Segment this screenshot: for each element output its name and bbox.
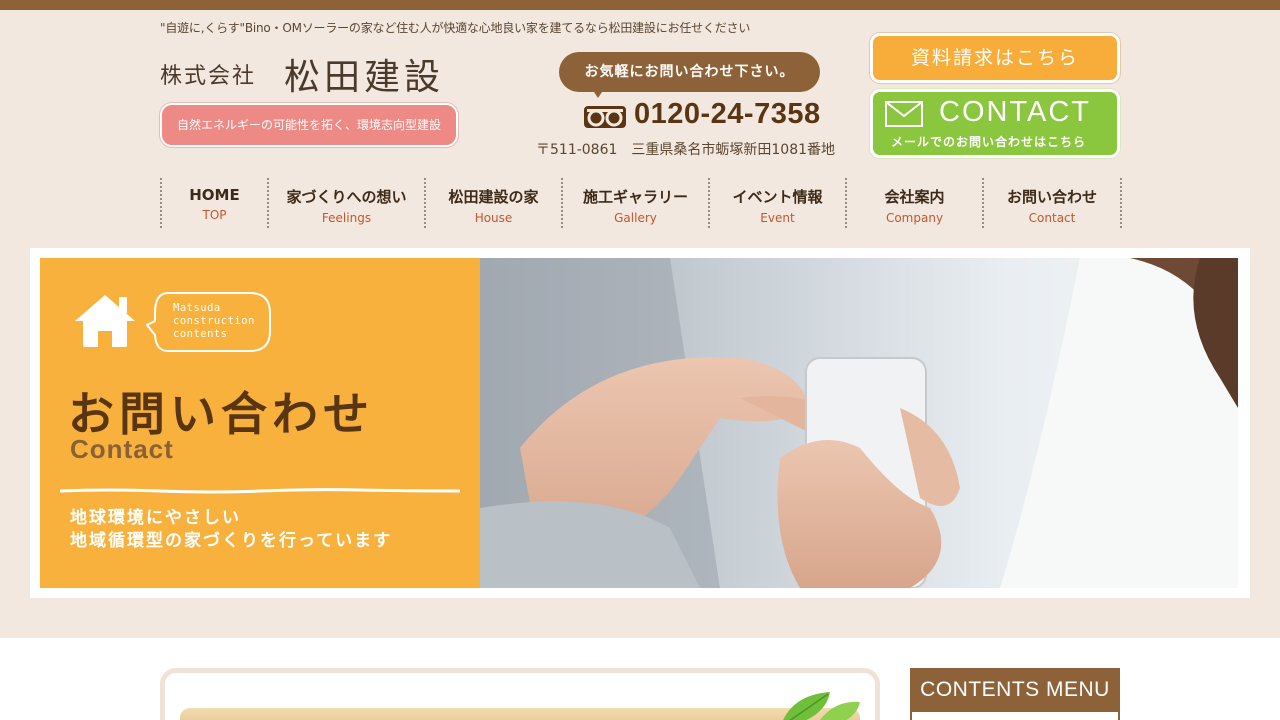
nav-sublabel: House — [474, 211, 513, 225]
hero-message-line: 地域循環型の家づくりを行っています — [70, 531, 393, 551]
nav-item-feelings[interactable]: 家づくりへの想い Feelings — [269, 178, 426, 228]
contents-menu-header: CONTENTS MENU — [910, 668, 1120, 720]
hero-speech-text: Matsuda construction contents — [173, 302, 255, 341]
top-bar — [0, 0, 1280, 10]
free-dial-icon — [584, 106, 626, 128]
hero-photo-illustration — [480, 258, 1238, 588]
nav-label: HOME — [189, 186, 240, 204]
request-documents-button[interactable]: 資料請求はこちら — [870, 33, 1120, 83]
nav-sublabel: TOP — [202, 208, 227, 222]
nav-sublabel: Company — [885, 211, 944, 225]
nav-item-gallery[interactable]: 施工ギャラリー Gallery — [563, 178, 710, 228]
speech-line: Matsuda — [173, 302, 221, 314]
logo-slogan-badge: 自然エネルギーの可能性を拓く、環境志向型建設 — [160, 103, 458, 147]
speech-bubble-tail — [590, 86, 606, 98]
nav-label: お問い合わせ — [1006, 188, 1097, 206]
nav-label: イベント情報 — [732, 188, 823, 206]
nav-sublabel: Feelings — [321, 211, 372, 225]
hero-message-line: 地球環境にやさしい — [70, 508, 241, 528]
global-nav: HOME TOP 家づくりへの想い Feelings 松田建設の家 House … — [160, 178, 1122, 228]
hero-photo — [480, 258, 1238, 588]
company-address: 〒511-0861 三重県桑名市蛎塚新田1081番地 — [536, 142, 836, 158]
contents-menu-title: CONTENTS MENU — [920, 678, 1110, 701]
logo-company-name: 松田建設 — [284, 57, 445, 98]
nav-label: 会社案内 — [884, 188, 945, 206]
phone-number-block[interactable]: 0120-24-7358 — [584, 98, 824, 138]
nav-sublabel: Contact — [1028, 211, 1076, 225]
house-icon — [75, 295, 135, 347]
logo-company-type: 株式会社 — [160, 64, 257, 89]
hero-divider — [60, 488, 460, 494]
leaf-icon — [783, 692, 860, 720]
contact-button-title: CONTACT — [939, 96, 1092, 128]
contents-menu-body — [912, 712, 1118, 720]
nav-item-event[interactable]: イベント情報 Event — [710, 178, 847, 228]
phone-number: 0120-24-7358 — [634, 98, 821, 130]
nav-label: 施工ギャラリー — [582, 188, 688, 206]
page-subtitle: Contact — [70, 434, 174, 464]
content-wood-header — [180, 708, 860, 720]
speech-line: construction — [173, 315, 255, 327]
nav-label: 松田建設の家 — [448, 188, 539, 206]
nav-item-company[interactable]: 会社案内 Company — [847, 178, 984, 228]
nav-sublabel: Gallery — [614, 211, 657, 225]
hero-message: 地球環境にやさしい 地域循環型の家づくりを行っています — [70, 507, 392, 553]
nav-label: 家づくりへの想い — [286, 188, 407, 206]
nav-item-contact[interactable]: お問い合わせ Contact — [984, 178, 1122, 228]
nav-item-house[interactable]: 松田建設の家 House — [426, 178, 563, 228]
nav-item-home[interactable]: HOME TOP — [162, 178, 269, 228]
contact-button[interactable]: CONTACT メールでのお問い合わせはこちら — [870, 89, 1120, 158]
nav-sublabel: Event — [760, 211, 795, 225]
speech-line: contents — [173, 328, 228, 340]
envelope-icon — [885, 101, 923, 127]
site-tagline: "自遊に,くらす"Bino・OMソーラーの家など住む人が快適な心地良い家を建てる… — [160, 21, 751, 35]
contact-button-caption: メールでのお問い合わせはこちら — [891, 135, 1087, 149]
